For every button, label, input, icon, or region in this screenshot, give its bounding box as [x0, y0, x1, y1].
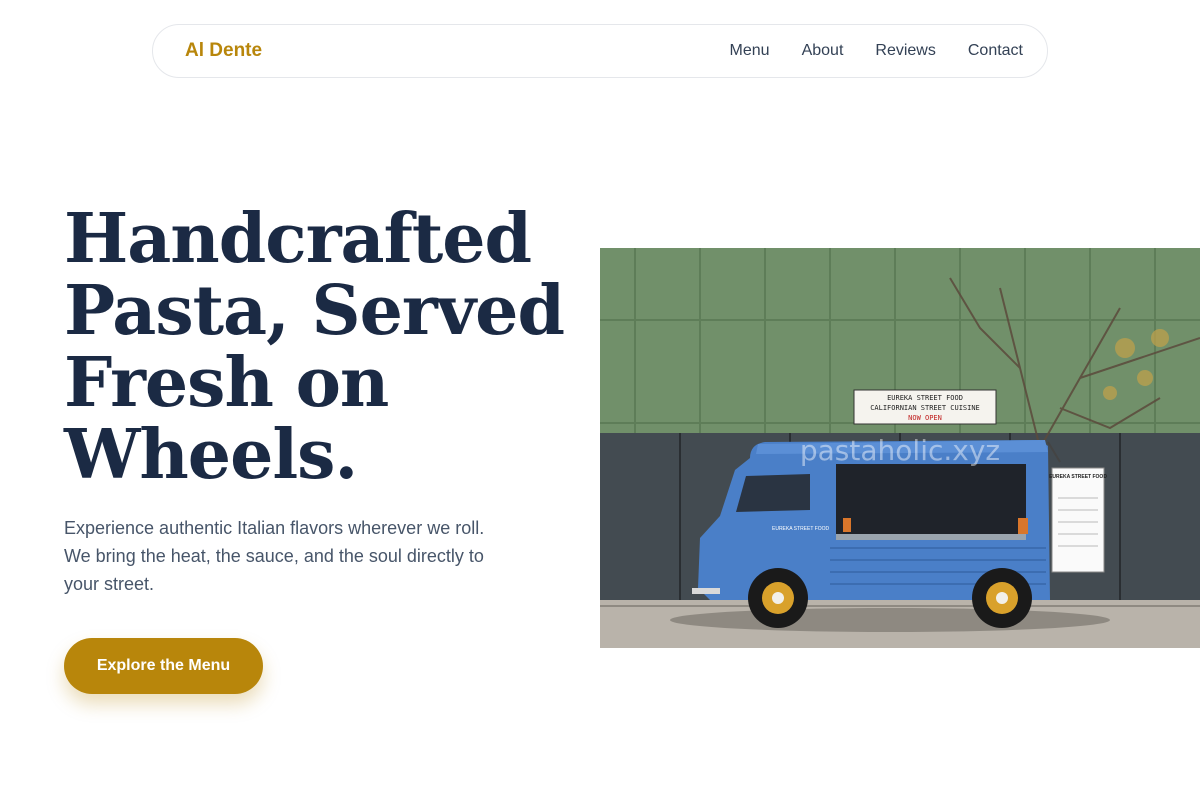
truck-label: EUREKA STREET FOOD — [772, 526, 830, 532]
food-truck-image: EUREKA STREET FOOD CALIFORNIAN STREET CU… — [600, 248, 1200, 648]
nav-item-about[interactable]: About — [802, 42, 844, 60]
nav-links: Menu About Reviews Contact — [730, 42, 1023, 60]
hero-subtitle: Experience authentic Italian flavors whe… — [64, 518, 485, 594]
explore-menu-button[interactable]: Explore the Menu — [64, 638, 263, 694]
watermark-text: pastaholic.xyz — [800, 434, 1000, 467]
brand-logo[interactable]: Al Dente — [185, 40, 262, 62]
nav-item-reviews[interactable]: Reviews — [875, 42, 935, 60]
nav-item-contact[interactable]: Contact — [968, 42, 1023, 60]
sign-line-3: NOW OPEN — [908, 414, 942, 422]
top-navbar: Al Dente Menu About Reviews Contact — [152, 24, 1048, 78]
sign-line-2: CALIFORNIAN STREET CUISINE — [870, 404, 980, 412]
hero-headline: Handcrafted Pasta, Served Fresh on Wheel… — [64, 199, 565, 495]
menu-board-title: EUREKA STREET FOOD — [1049, 474, 1107, 480]
sign-line-1: EUREKA STREET FOOD — [887, 394, 963, 402]
nav-item-menu[interactable]: Menu — [730, 42, 770, 60]
